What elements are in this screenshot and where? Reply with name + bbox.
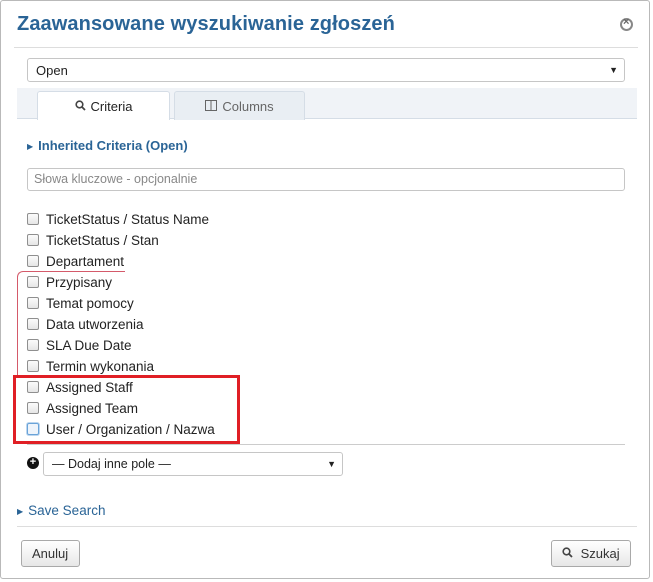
caret-right-icon: ▶	[27, 142, 34, 151]
add-field-select-value: — Dodaj inne pole —	[52, 457, 171, 471]
tab-criteria-label: Criteria	[90, 99, 133, 114]
save-search-toggle[interactable]: ▶ Save Search	[17, 503, 105, 518]
divider	[27, 444, 625, 445]
search-button-label: Szukaj	[580, 546, 620, 561]
keywords-input[interactable]: Słowa kluczowe - opcjonalnie	[27, 168, 625, 191]
search-button[interactable]: Szukaj	[551, 540, 631, 567]
field-label: TicketStatus / Stan	[46, 232, 159, 248]
annotation-outline	[17, 271, 125, 376]
cancel-button[interactable]: Anuluj	[21, 540, 80, 567]
add-field-select[interactable]: — Dodaj inne pole — ▼	[43, 452, 343, 476]
save-search-label: Save Search	[28, 503, 106, 518]
chevron-down-icon: ▼	[327, 459, 336, 469]
close-icon[interactable]	[620, 16, 633, 31]
field-checkbox-row[interactable]: TicketStatus / Status Name	[27, 210, 209, 228]
divider	[14, 47, 638, 48]
field-label: Departament	[46, 253, 125, 269]
field-checkbox-row[interactable]: Departament	[27, 252, 124, 270]
divider	[17, 526, 637, 527]
checkbox[interactable]	[27, 234, 39, 246]
field-label: TicketStatus / Status Name	[46, 211, 210, 227]
field-checkbox-row[interactable]: TicketStatus / Stan	[27, 231, 159, 249]
inherited-criteria-toggle[interactable]: ▶ Inherited Criteria (Open)	[27, 138, 188, 153]
queue-select-value: Open	[36, 63, 68, 78]
tab-columns-label: Columns	[222, 99, 274, 114]
annotation-highlight-box	[13, 375, 240, 444]
tab-columns[interactable]: Columns	[174, 91, 305, 120]
inherited-criteria-label: Inherited Criteria (Open)	[38, 138, 188, 153]
advanced-search-dialog: Zaawansowane wyszukiwanie zgłoszeń Open …	[0, 0, 650, 579]
plus-circle-icon: +	[27, 457, 39, 469]
checkbox[interactable]	[27, 213, 39, 225]
search-icon	[74, 99, 86, 114]
dialog-title: Zaawansowane wyszukiwanie zgłoszeń	[17, 13, 395, 35]
tab-criteria[interactable]: Criteria	[37, 91, 170, 120]
tab-bar: Criteria Columns	[17, 88, 637, 120]
caret-right-icon: ▶	[17, 507, 24, 516]
columns-icon	[205, 99, 218, 114]
search-icon	[562, 546, 577, 561]
chevron-down-icon: ▼	[609, 65, 618, 75]
keywords-placeholder: Słowa kluczowe - opcjonalnie	[34, 172, 198, 186]
checkbox[interactable]	[27, 255, 39, 267]
queue-select[interactable]: Open ▼	[27, 58, 625, 82]
